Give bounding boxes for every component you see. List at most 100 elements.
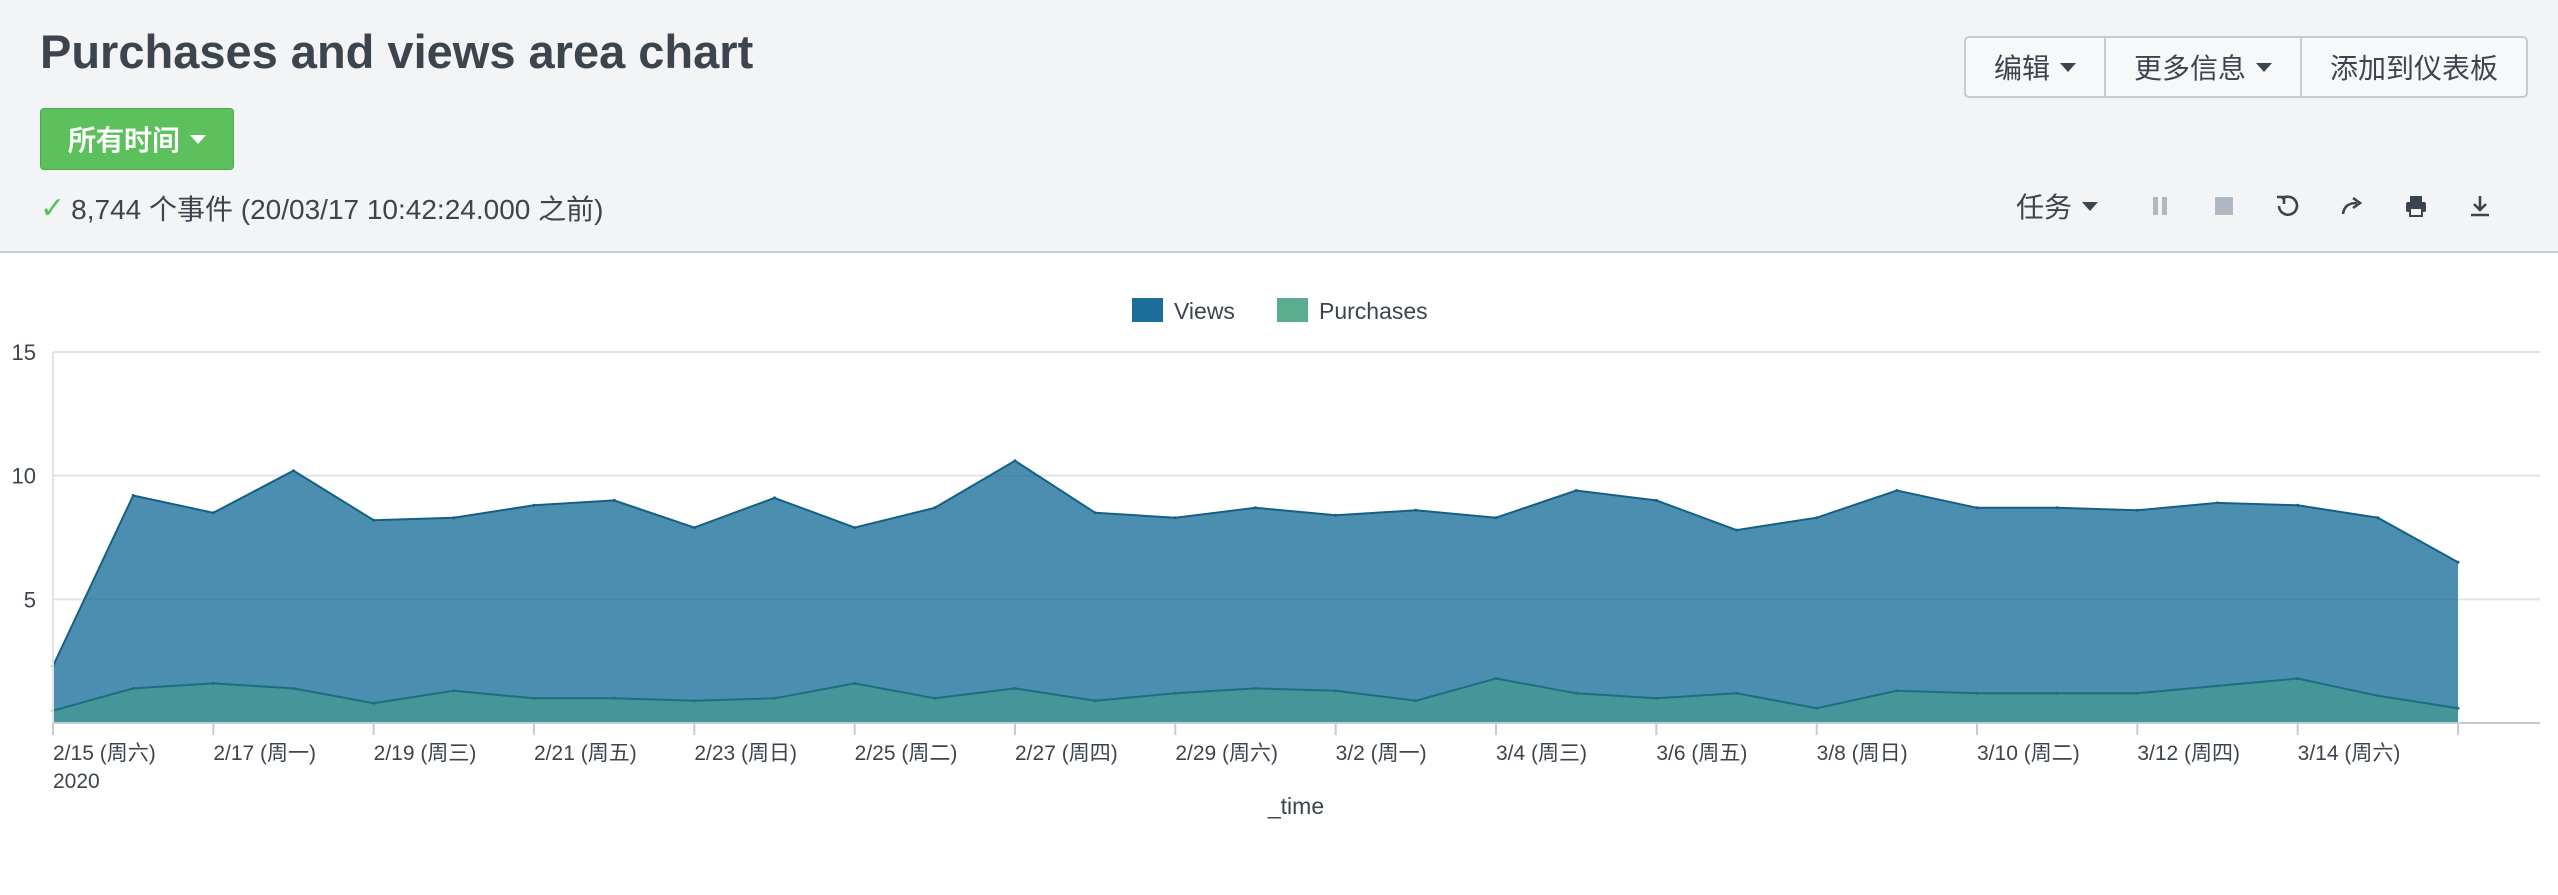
stop-icon[interactable] <box>2192 184 2256 228</box>
data-point-purchases <box>2456 706 2460 710</box>
search-status: ✓ 8,744 个事件 (20/03/17 10:42:24.000 之前) <box>40 188 603 228</box>
data-point-views <box>1735 528 1738 532</box>
data-point-purchases <box>1815 706 1819 710</box>
time-range-label: 所有时间 <box>67 125 180 156</box>
x-tick-label: 3/6 (周五) <box>1656 742 1747 765</box>
chevron-down-icon <box>2256 62 2273 72</box>
chevron-down-icon <box>2082 201 2099 211</box>
x-axis-title: _time <box>1267 793 1324 819</box>
data-point-purchases <box>1574 691 1578 695</box>
data-point-views <box>1173 516 1177 520</box>
x-tick-label: 2/17 (周一) <box>213 742 316 765</box>
data-point-purchases <box>692 699 696 703</box>
data-point-purchases <box>1414 699 1418 703</box>
data-point-views <box>1895 489 1899 492</box>
check-icon: ✓ <box>40 191 66 225</box>
more-info-button-label: 更多信息 <box>2134 53 2247 84</box>
data-point-views <box>1654 498 1658 502</box>
x-tick-label: 3/2 (周一) <box>1336 742 1427 765</box>
data-point-views <box>1494 516 1498 520</box>
data-point-views <box>1414 508 1418 512</box>
job-toolbar: 任务 <box>2016 184 2512 228</box>
data-point-views <box>773 496 776 500</box>
data-point-views <box>1254 506 1257 510</box>
data-point-views <box>211 511 215 515</box>
data-point-purchases <box>532 696 536 700</box>
data-point-purchases <box>1975 691 1979 695</box>
data-point-purchases <box>1654 696 1658 700</box>
refresh-icon[interactable] <box>2256 184 2320 228</box>
legend-label-purchases: Purchases <box>1319 298 1428 324</box>
data-point-purchases <box>853 681 857 685</box>
data-point-views <box>1815 516 1819 520</box>
pause-icon[interactable] <box>2128 184 2192 228</box>
export-icon[interactable] <box>2448 184 2512 228</box>
x-tick-label: 2/15 (周六) <box>53 742 156 765</box>
data-point-purchases <box>1895 689 1899 693</box>
data-point-purchases <box>2135 691 2139 695</box>
data-point-purchases <box>2296 677 2300 680</box>
data-point-views <box>692 526 696 530</box>
data-point-purchases <box>933 696 937 700</box>
y-tick-label: 5 <box>24 587 36 612</box>
data-point-purchases <box>1013 686 1017 690</box>
legend-label-views: Views <box>1174 298 1235 324</box>
y-tick-label: 15 <box>12 340 36 365</box>
x-tick-label: 2/21 (周五) <box>534 742 637 765</box>
area-chart: 5 10 15 2/15 (周六) 2/17 (周一) 2/19 (周三) 2/21 (周五… <box>12 298 2540 819</box>
x-tick-label: 2/23 (周日) <box>694 742 797 765</box>
y-tick-label: 10 <box>12 464 36 489</box>
data-point-views <box>532 503 536 507</box>
chevron-down-icon <box>2060 62 2077 72</box>
data-point-views <box>1574 489 1578 492</box>
data-point-purchases <box>612 696 616 700</box>
page-title: Purchases and views area chart <box>40 25 754 78</box>
data-point-views <box>2216 501 2219 505</box>
area-views <box>53 460 2458 723</box>
data-point-views <box>612 498 616 502</box>
data-point-purchases <box>1093 699 1097 703</box>
x-tick-label: 2/29 (周六) <box>1175 742 1278 765</box>
job-menu-label: 任务 <box>2016 192 2073 223</box>
job-menu-button[interactable]: 任务 <box>2016 186 2099 226</box>
data-point-views <box>292 469 295 473</box>
data-point-views <box>2296 503 2300 507</box>
x-tick-label: 3/14 (周六) <box>2298 742 2401 765</box>
data-point-purchases <box>2216 684 2219 688</box>
data-point-purchases <box>1254 686 1257 690</box>
data-point-views <box>2135 508 2139 512</box>
data-point-views <box>1013 459 1017 463</box>
data-point-views <box>2376 516 2380 520</box>
data-point-purchases <box>1173 691 1177 695</box>
add-to-dashboard-label: 添加到仪表板 <box>2330 53 2499 84</box>
data-point-views <box>1334 513 1338 517</box>
data-point-views <box>372 518 376 522</box>
add-to-dashboard-button[interactable]: 添加到仪表板 <box>2302 38 2526 96</box>
data-point-purchases <box>372 701 376 705</box>
data-point-views <box>2055 506 2059 510</box>
data-point-purchases <box>1735 691 1738 695</box>
data-point-purchases <box>452 689 456 693</box>
data-point-purchases <box>211 681 215 685</box>
event-count-text: 8,744 个事件 (20/03/17 10:42:24.000 之前) <box>71 194 604 225</box>
data-point-purchases <box>2376 694 2380 698</box>
data-point-views <box>131 494 135 497</box>
x-tick-label: 3/12 (周四) <box>2137 742 2240 765</box>
data-point-views <box>452 516 456 520</box>
more-info-button[interactable]: 更多信息 <box>2106 38 2303 96</box>
print-icon[interactable] <box>2384 184 2448 228</box>
time-range-picker[interactable]: 所有时间 <box>40 108 234 170</box>
edit-button-label: 编辑 <box>1994 53 2051 84</box>
data-point-purchases <box>1334 689 1338 693</box>
share-icon[interactable] <box>2320 184 2384 228</box>
data-point-views <box>2456 560 2460 564</box>
x-tick-label: 3/4 (周三) <box>1496 742 1587 765</box>
edit-button[interactable]: 编辑 <box>1966 38 2107 96</box>
x-tick-label: 2/19 (周三) <box>374 742 477 765</box>
chart-panel: 5 10 15 2/15 (周六) 2/17 (周一) 2/19 (周三) 2/21 (周五… <box>0 253 2558 890</box>
x-tick-label: 2/27 (周四) <box>1015 742 1118 765</box>
data-point-views <box>853 526 857 530</box>
x-tick-year-label: 2020 <box>53 770 100 793</box>
x-tick-label: 3/10 (周二) <box>1977 742 2080 765</box>
data-point-views <box>1975 506 1979 510</box>
